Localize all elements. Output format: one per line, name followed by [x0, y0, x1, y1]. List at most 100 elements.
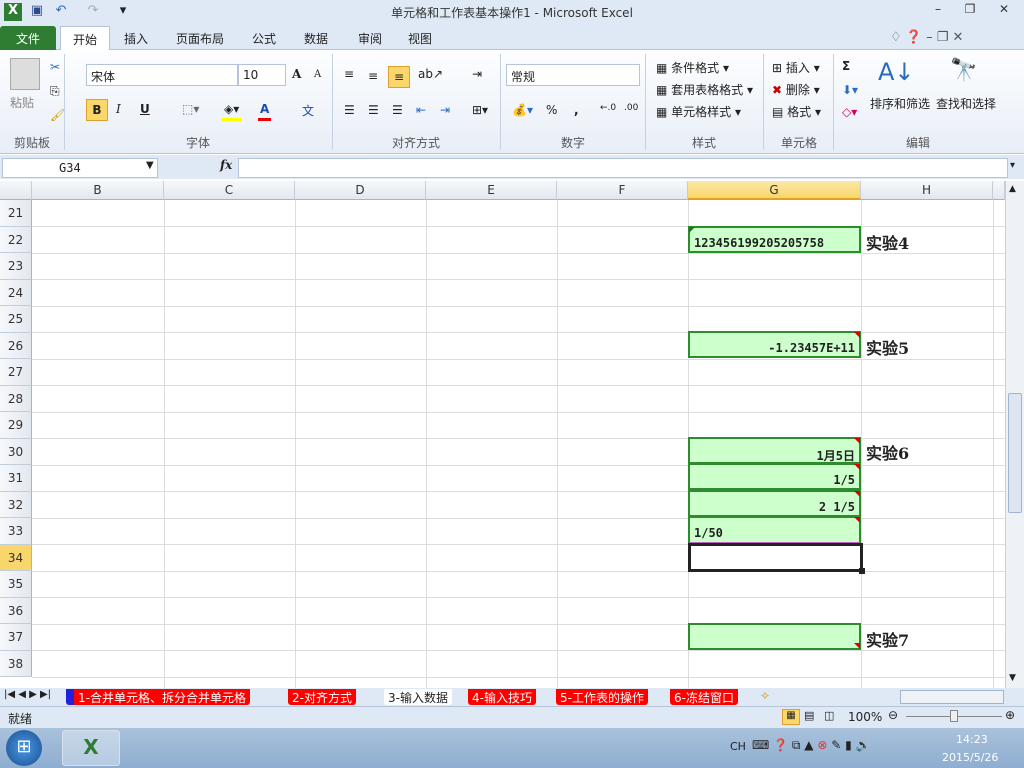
align-right-icon[interactable]: ☰: [390, 100, 405, 122]
row-header-38[interactable]: 38: [0, 650, 32, 677]
expand-formula-bar-icon[interactable]: ▾: [1010, 160, 1015, 171]
align-top-icon[interactable]: ≡: [342, 64, 356, 86]
align-center-icon[interactable]: ☰: [366, 100, 381, 122]
page-break-view-icon[interactable]: ◫: [824, 709, 834, 722]
redo-icon[interactable]: ↷: [84, 3, 102, 21]
select-all-corner[interactable]: [0, 181, 32, 200]
taskbar-excel-icon[interactable]: X: [62, 730, 120, 766]
paste-button[interactable]: 粘贴: [10, 94, 34, 111]
row-header-36[interactable]: 36: [0, 597, 32, 624]
align-left-icon[interactable]: ☰: [342, 100, 357, 122]
cell-g31[interactable]: 1/5: [688, 463, 861, 490]
bold-button[interactable]: B: [86, 99, 108, 121]
zoom-level[interactable]: 100%: [848, 710, 882, 724]
align-bottom-icon[interactable]: ≡: [388, 66, 410, 88]
tab-home[interactable]: 开始: [60, 26, 111, 50]
sheet-tab-5[interactable]: 5-工作表的操作: [556, 689, 648, 705]
autosum-button[interactable]: Σ: [840, 56, 852, 78]
tab-formulas[interactable]: 公式: [240, 26, 288, 50]
underline-button[interactable]: U: [138, 99, 152, 121]
accounting-format-icon[interactable]: 💰▾: [510, 100, 535, 122]
tray-icons[interactable]: ⌨ ❓ ⧉ ▲ ⊗ ✎ ▮ 🔊: [752, 738, 870, 753]
italic-button[interactable]: I: [114, 99, 123, 121]
scroll-down-icon[interactable]: ▼: [1009, 673, 1016, 683]
row-header-35[interactable]: 35: [0, 571, 32, 598]
column-header-e[interactable]: E: [426, 181, 557, 200]
vertical-scrollbar[interactable]: ▲ ▼: [1005, 181, 1024, 688]
orientation-icon[interactable]: ab↗: [416, 64, 445, 86]
tab-review[interactable]: 审阅: [346, 26, 394, 50]
row-header-24[interactable]: 24: [0, 279, 32, 306]
row-header-25[interactable]: 25: [0, 306, 32, 333]
format-cells-button[interactable]: ▤ 格式 ▾: [770, 100, 823, 122]
name-box-dropdown-icon[interactable]: ▼: [146, 160, 154, 171]
restore-button[interactable]: ❐: [956, 2, 984, 20]
column-header-g[interactable]: G: [688, 181, 861, 200]
conditional-format-button[interactable]: ▦ 条件格式 ▾: [654, 56, 731, 78]
fill-handle[interactable]: [859, 568, 865, 574]
formula-input[interactable]: [238, 158, 1008, 178]
cut-icon[interactable]: ✂: [50, 60, 60, 74]
wrap-text-icon[interactable]: ⇥: [470, 64, 484, 86]
row-header-28[interactable]: 28: [0, 385, 32, 412]
align-middle-icon[interactable]: ≡: [366, 66, 380, 88]
normal-view-icon[interactable]: ▦: [782, 709, 800, 725]
page-layout-view-icon[interactable]: ▤: [804, 709, 814, 722]
comma-button[interactable]: ,: [572, 100, 581, 122]
sort-filter-button[interactable]: 排序和筛选: [868, 92, 932, 114]
zoom-in-icon[interactable]: ⊕: [1005, 708, 1015, 722]
minimize-button[interactable]: –: [924, 2, 952, 20]
font-color-button[interactable]: A: [258, 99, 272, 121]
cell-g37[interactable]: [688, 623, 861, 650]
insert-cells-button[interactable]: ⊞ 插入 ▾: [770, 56, 822, 78]
clock-date[interactable]: 2015/5/26: [942, 751, 998, 764]
shrink-font-button[interactable]: A: [312, 66, 323, 88]
row-header-30[interactable]: 30: [0, 438, 32, 465]
fill-color-icon[interactable]: ◈▾: [222, 99, 242, 121]
cell-g33[interactable]: 1/50: [688, 516, 861, 544]
row-header-31[interactable]: 31: [0, 465, 32, 492]
delete-cells-button[interactable]: ✖ 删除 ▾: [770, 78, 822, 100]
tab-file[interactable]: 文件: [0, 26, 56, 50]
row-header-27[interactable]: 27: [0, 359, 32, 386]
customize-toolbar-icon[interactable]: ▾: [114, 3, 132, 21]
close-button[interactable]: ✕: [990, 2, 1018, 20]
tab-data[interactable]: 数据: [292, 26, 340, 50]
input-language[interactable]: CH: [730, 740, 746, 753]
worksheet-grid[interactable]: B C D E F G H 21 22 23 24 25 26 27 28 29 30 31 32 33…: [0, 181, 1005, 688]
cell-styles-button[interactable]: ▦ 单元格样式 ▾: [654, 100, 743, 122]
borders-icon[interactable]: ⬚▾: [180, 99, 201, 121]
horizontal-scrollbar[interactable]: [900, 690, 1004, 704]
cell-g22[interactable]: 123456199205205758: [688, 226, 861, 253]
cell-g32[interactable]: 2 1/5: [688, 490, 861, 517]
save-icon[interactable]: ▣: [28, 3, 46, 21]
sheet-nav-icon[interactable]: |◀ ◀ ▶ ▶|: [4, 689, 51, 700]
decrease-indent-icon[interactable]: ⇤: [414, 100, 428, 122]
row-header-29[interactable]: 29: [0, 412, 32, 439]
column-header-d[interactable]: D: [295, 181, 426, 200]
grow-font-button[interactable]: A: [290, 64, 303, 86]
column-header-b[interactable]: B: [32, 181, 164, 200]
font-size-select[interactable]: 10: [238, 64, 286, 86]
vertical-scroll-thumb[interactable]: [1008, 393, 1022, 513]
sort-filter-icon[interactable]: A↓: [878, 58, 915, 86]
sheet-tab-1[interactable]: 1-合并单元格、拆分合并单元格: [66, 689, 250, 705]
sheet-tab-2[interactable]: 2-对齐方式: [288, 689, 356, 705]
row-header-22[interactable]: 22: [0, 226, 32, 253]
increase-decimal-button[interactable]: ←.0: [598, 100, 618, 122]
ribbon-controls-icon[interactable]: ♢ ❓ – ❐ ✕: [890, 30, 963, 45]
sheet-tab-6[interactable]: 6-冻结窗口: [670, 689, 738, 705]
scroll-up-icon[interactable]: ▲: [1009, 184, 1016, 194]
insert-sheet-icon[interactable]: ✧: [760, 689, 770, 703]
zoom-out-icon[interactable]: ⊖: [888, 708, 898, 722]
decrease-decimal-button[interactable]: .00: [622, 100, 640, 122]
sheet-tab-3[interactable]: 3-输入数据: [384, 689, 452, 705]
paste-icon[interactable]: [10, 58, 40, 90]
insert-function-button[interactable]: fx: [220, 158, 232, 172]
clock-time[interactable]: 14:23: [956, 733, 988, 746]
undo-icon[interactable]: ↶: [52, 3, 70, 21]
column-header-c[interactable]: C: [164, 181, 295, 200]
column-header-i[interactable]: [993, 181, 1005, 200]
row-header-34[interactable]: 34: [0, 544, 32, 571]
name-box[interactable]: G34: [2, 158, 158, 178]
